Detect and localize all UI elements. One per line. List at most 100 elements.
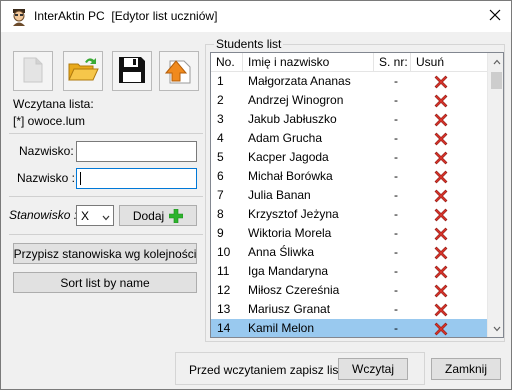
delete-student-icon[interactable] (411, 110, 471, 129)
delete-student-icon[interactable] (411, 205, 471, 224)
close-window-button[interactable] (479, 1, 511, 32)
save-list-button[interactable] (112, 51, 152, 91)
separator (9, 196, 203, 197)
scroll-up-icon[interactable] (488, 53, 503, 70)
row-number: 14 (217, 321, 231, 335)
row-number: 2 (217, 93, 224, 107)
export-list-button[interactable] (159, 51, 199, 91)
delete-student-icon[interactable] (411, 167, 471, 186)
table-row[interactable]: 7 Julia Banan - (211, 186, 487, 205)
station-number: - (394, 264, 398, 278)
export-arrow-icon (164, 55, 194, 88)
station-number: - (394, 245, 398, 259)
stanowisko-label: Stanowisko : (9, 208, 78, 222)
loaded-list-label: Wczytana lista: (13, 97, 94, 111)
table-row[interactable]: 14 Kamil Melon - (211, 319, 487, 337)
delete-student-icon[interactable] (411, 243, 471, 262)
row-number: 13 (217, 302, 231, 316)
sort-list-label: Sort list by name (60, 275, 150, 290)
row-number: 8 (217, 207, 224, 221)
open-folder-icon (67, 56, 99, 87)
table-row[interactable]: 9 Wiktoria Morela - (211, 224, 487, 243)
delete-student-icon[interactable] (411, 319, 471, 337)
load-button[interactable]: Wczytaj (338, 358, 408, 380)
separator (9, 234, 203, 235)
green-plus-icon (169, 208, 184, 223)
sort-list-button[interactable]: Sort list by name (13, 272, 197, 293)
table-row[interactable]: 8 Krzysztof Jeżyna - (211, 205, 487, 224)
text-caret (80, 172, 81, 185)
delete-student-icon[interactable] (411, 281, 471, 300)
station-select-value: X (81, 208, 90, 223)
separator (9, 133, 203, 134)
student-name: Mariusz Granat (248, 302, 331, 316)
row-number: 1 (217, 74, 224, 88)
delete-student-icon[interactable] (411, 224, 471, 243)
student-avatar-icon (9, 7, 29, 27)
station-number: - (394, 302, 398, 316)
table-row[interactable]: 3 Jakub Jabłuszko - (211, 110, 487, 129)
station-number: - (394, 150, 398, 164)
column-header-delete[interactable]: Usuń (411, 53, 471, 72)
window-title: InterAktin PC [Edytor list uczniów] (34, 9, 218, 23)
delete-student-icon[interactable] (411, 129, 471, 148)
student-name: Krzysztof Jeżyna (248, 207, 339, 221)
station-number: - (394, 112, 398, 126)
students-list-title: Students list (214, 37, 284, 51)
column-header-no[interactable]: No. (211, 53, 243, 72)
row-number: 5 (217, 150, 224, 164)
scroll-down-icon[interactable] (488, 320, 503, 337)
table-header: No. Imię i nazwisko S. nr: Usuń (211, 53, 487, 72)
row-number: 10 (217, 245, 231, 259)
editor-window: InterAktin PC [Edytor list uczniów] Wczy… (0, 0, 512, 390)
add-button-label: Dodaj (132, 208, 165, 223)
load-hint-text: Przed wczytaniem zapisz listę (189, 363, 349, 377)
student-name: Andrzej Winogron (248, 93, 344, 107)
loaded-file-name: [*] owoce.lum (13, 114, 86, 128)
vertical-scrollbar[interactable] (487, 53, 503, 337)
column-header-name[interactable]: Imię i nazwisko (243, 53, 374, 72)
row-number: 7 (217, 188, 224, 202)
table-row[interactable]: 6 Michał Borówka - (211, 167, 487, 186)
students-table[interactable]: No. Imię i nazwisko S. nr: Usuń 1 Małgorz… (210, 52, 504, 338)
close-icon (489, 9, 501, 24)
delete-student-icon[interactable] (411, 300, 471, 319)
row-number: 9 (217, 226, 224, 240)
student-name: Iga Mandaryna (248, 264, 329, 278)
table-row[interactable]: 12 Miłosz Czereśnia - (211, 281, 487, 300)
open-list-button[interactable] (63, 51, 103, 91)
station-number: - (394, 131, 398, 145)
chevron-down-icon (102, 211, 110, 225)
station-number: - (394, 207, 398, 221)
table-row[interactable]: 2 Andrzej Winogron - (211, 91, 487, 110)
student-name: Wiktoria Morela (248, 226, 332, 240)
delete-student-icon[interactable] (411, 148, 471, 167)
close-button[interactable]: Zamknij (431, 358, 501, 380)
student-name: Anna Śliwka (248, 245, 315, 259)
station-number: - (394, 93, 398, 107)
table-row[interactable]: 1 Małgorzata Ananas - (211, 72, 487, 91)
row-number: 6 (217, 169, 224, 183)
table-row[interactable]: 11 Iga Mandaryna - (211, 262, 487, 281)
table-row[interactable]: 4 Adam Grucha - (211, 129, 487, 148)
assign-stations-button[interactable]: Przypisz stanowiska wg kolejności (13, 243, 197, 264)
surname-field-1[interactable] (76, 141, 197, 162)
new-list-button[interactable] (13, 51, 53, 91)
delete-student-icon[interactable] (411, 72, 471, 91)
surname-field-2[interactable] (76, 168, 197, 189)
station-select[interactable]: X (76, 205, 114, 226)
add-student-button[interactable]: Dodaj (119, 205, 197, 226)
scrollbar-thumb[interactable] (491, 72, 502, 89)
nazwisko-label-1: Nazwisko: (19, 144, 74, 158)
table-row[interactable]: 5 Kacper Jagoda - (211, 148, 487, 167)
column-header-station[interactable]: S. nr: (374, 53, 411, 72)
station-number: - (394, 321, 398, 335)
delete-student-icon[interactable] (411, 262, 471, 281)
student-name: Michał Borówka (248, 169, 333, 183)
student-name: Kamil Melon (248, 321, 315, 335)
delete-student-icon[interactable] (411, 91, 471, 110)
student-name: Kacper Jagoda (248, 150, 329, 164)
delete-student-icon[interactable] (411, 186, 471, 205)
table-row[interactable]: 13 Mariusz Granat - (211, 300, 487, 319)
table-row[interactable]: 10 Anna Śliwka - (211, 243, 487, 262)
